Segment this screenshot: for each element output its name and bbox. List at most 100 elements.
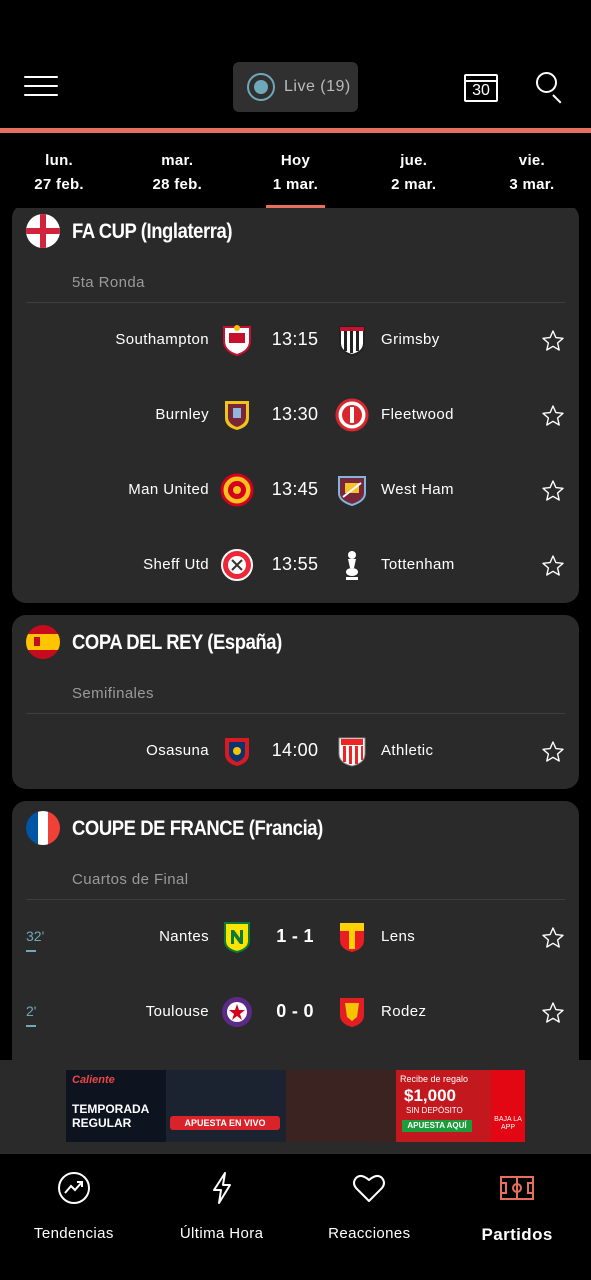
- nav-label: Partidos: [481, 1225, 553, 1244]
- west-ham-crest-icon: [335, 473, 369, 507]
- nav-tendencias[interactable]: Tendencias: [0, 1154, 148, 1280]
- nantes-crest-icon: [220, 920, 254, 954]
- hamburger-icon[interactable]: [24, 76, 58, 98]
- burnley-crest-icon: [220, 398, 254, 432]
- date-tab[interactable]: vie. 3 mar.: [473, 133, 591, 208]
- toulouse-crest-icon: [220, 995, 254, 1029]
- lens-crest-icon: [335, 920, 369, 954]
- competition-header[interactable]: COUPE DE FRANCE (Francia): [12, 801, 579, 861]
- ad-app-label: BAJA LA APP: [494, 1116, 522, 1131]
- ad-offer-panel: Recibe de regalo $1,000 SIN DEPÓSITO APU…: [396, 1070, 491, 1142]
- match-time: 13:45: [271, 479, 319, 499]
- nav-label: Reacciones: [328, 1225, 411, 1242]
- match-row[interactable]: Southampton 13:15 Grimsby: [12, 303, 579, 378]
- date-tab[interactable]: lun. 27 feb.: [0, 133, 118, 208]
- home-team: Burnley: [155, 406, 209, 423]
- away-team: Grimsby: [381, 331, 440, 348]
- nav-ultima-hora[interactable]: Última Hora: [148, 1154, 296, 1280]
- home-team: Sheff Utd: [143, 556, 209, 573]
- date-tab[interactable]: jue. 2 mar.: [355, 133, 473, 208]
- favorite-star-icon[interactable]: [541, 329, 565, 353]
- away-team: Rodez: [381, 1003, 427, 1020]
- sheffield-united-crest-icon: [220, 548, 254, 582]
- match-row-live[interactable]: 32' Nantes 1 - 1 Lens: [12, 900, 579, 975]
- match-score: 1 - 1: [276, 926, 314, 946]
- date-tab-date: 2 mar.: [391, 176, 437, 193]
- favorite-star-icon[interactable]: [541, 740, 565, 764]
- search-icon[interactable]: [536, 72, 564, 104]
- competition-card: COPA DEL REY (España) Semifinales Osasun…: [12, 615, 579, 789]
- ad-offer-sub: SIN DEPÓSITO: [406, 1106, 463, 1115]
- match-row-live[interactable]: 2' Toulouse 0 - 0 Rodez: [12, 975, 579, 1050]
- date-tab-date: 27 feb.: [34, 176, 84, 193]
- ad-headline-1: TEMPORADA: [72, 1102, 150, 1116]
- calendar-icon[interactable]: 30: [464, 74, 498, 102]
- athletic-crest-icon: [335, 734, 369, 768]
- favorite-star-icon[interactable]: [541, 554, 565, 578]
- home-team: Southampton: [115, 331, 209, 348]
- live-minute: 2': [26, 1003, 37, 1027]
- england-flag-icon: [26, 214, 60, 248]
- match-time: 14:00: [271, 740, 319, 760]
- competition-header[interactable]: COPA DEL REY (España): [12, 615, 579, 675]
- pitch-icon: [500, 1176, 535, 1200]
- competition-card: COUPE DE FRANCE (Francia) Cuartos de Fin…: [12, 801, 579, 1060]
- date-tab-day: jue.: [400, 152, 428, 169]
- match-row[interactable]: Sheff Utd 13:55 Tottenham: [12, 528, 579, 603]
- rodez-crest-icon: [335, 995, 369, 1029]
- nav-partidos[interactable]: Partidos: [443, 1154, 591, 1280]
- lightning-icon: [212, 1172, 231, 1204]
- away-team: Tottenham: [381, 556, 455, 573]
- away-team: Athletic: [381, 742, 434, 759]
- date-tab-day: Hoy: [280, 152, 311, 169]
- competition-name: COUPE DE FRANCE (Francia): [72, 817, 323, 840]
- competition-card: FA CUP (Inglaterra) 5ta Ronda Southampto…: [12, 208, 579, 603]
- date-tab-date: 1 mar.: [272, 176, 319, 193]
- favorite-star-icon[interactable]: [541, 479, 565, 503]
- date-tab[interactable]: mar. 28 feb.: [118, 133, 236, 208]
- favorite-star-icon[interactable]: [541, 926, 565, 950]
- date-tab-today[interactable]: Hoy 1 mar.: [236, 133, 354, 208]
- matches-list[interactable]: FA CUP (Inglaterra) 5ta Ronda Southampto…: [0, 208, 591, 1060]
- heart-icon: [353, 1174, 386, 1202]
- ad-headline-2: REGULAR: [72, 1116, 132, 1130]
- live-minute: 32': [26, 928, 45, 952]
- competition-header[interactable]: FA CUP (Inglaterra): [12, 208, 579, 264]
- home-team: Toulouse: [145, 1003, 209, 1020]
- ad-cta: APUESTA EN VIVO: [170, 1116, 280, 1130]
- home-team: Man United: [128, 481, 209, 498]
- calendar-day: 30: [472, 82, 490, 99]
- date-tab-day: vie.: [518, 152, 546, 169]
- nav-reacciones[interactable]: Reacciones: [296, 1154, 444, 1280]
- ad-banner[interactable]: Caliente TEMPORADA REGULAR APUESTA EN VI…: [66, 1070, 525, 1142]
- match-row[interactable]: Man United 13:45 West Ham: [12, 453, 579, 528]
- ad-players-image: [286, 1070, 396, 1142]
- date-tabs: lun. 27 feb. mar. 28 feb. Hoy 1 mar. jue…: [0, 133, 591, 208]
- date-tab-day: mar.: [161, 152, 194, 169]
- home-team: Osasuna: [146, 742, 209, 759]
- round-label: Semifinales: [72, 685, 154, 702]
- favorite-star-icon[interactable]: [541, 404, 565, 428]
- live-label: Live (19): [284, 78, 351, 95]
- live-indicator-icon: [247, 73, 275, 101]
- ad-offer-amount: $1,000: [404, 1086, 456, 1105]
- ad-left-panel: Caliente TEMPORADA REGULAR: [66, 1070, 166, 1142]
- away-team: Lens: [381, 928, 416, 945]
- match-time: 13:30: [271, 404, 319, 424]
- match-score: 0 - 0: [276, 1001, 314, 1021]
- round-label: 5ta Ronda: [72, 274, 145, 291]
- grimsby-crest-icon: [335, 323, 369, 357]
- ad-offer-cta: APUESTA AQUÍ: [402, 1120, 472, 1132]
- date-tab-date: 28 feb.: [152, 176, 203, 193]
- live-button[interactable]: Live (19): [233, 62, 358, 112]
- man-united-crest-icon: [220, 473, 254, 507]
- match-time: 13:55: [271, 554, 319, 574]
- favorite-star-icon[interactable]: [541, 1001, 565, 1025]
- trending-icon: [57, 1172, 90, 1204]
- ad-offer-top: Recibe de regalo: [400, 1074, 469, 1084]
- away-team: Fleetwood: [381, 406, 454, 423]
- match-row[interactable]: Osasuna 14:00 Athletic: [12, 714, 579, 789]
- date-tab-day: lun.: [45, 152, 74, 169]
- ad-app-panel: BAJA LA APP: [491, 1070, 525, 1142]
- match-row[interactable]: Burnley 13:30 Fleetwood: [12, 378, 579, 453]
